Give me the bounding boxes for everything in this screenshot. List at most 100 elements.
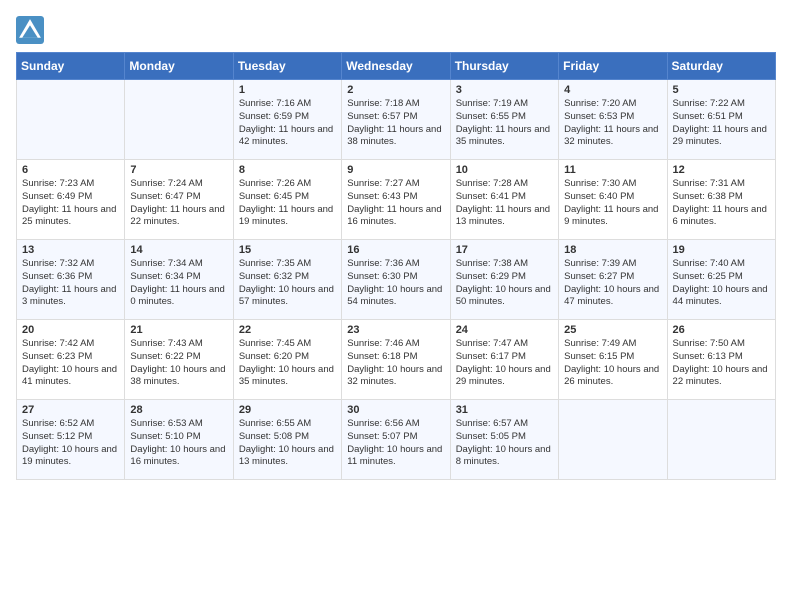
day-header-wednesday: Wednesday — [342, 53, 450, 80]
calendar-cell: 14 Sunrise: 7:34 AM Sunset: 6:34 PM Dayli… — [125, 240, 233, 320]
day-number: 29 — [239, 404, 336, 416]
day-number: 15 — [239, 244, 336, 256]
calendar-cell: 12 Sunrise: 7:31 AM Sunset: 6:38 PM Dayli… — [667, 160, 775, 240]
day-number: 14 — [130, 244, 227, 256]
day-content: Sunrise: 7:23 AM Sunset: 6:49 PM Dayligh… — [22, 178, 119, 229]
day-number: 8 — [239, 164, 336, 176]
day-header-thursday: Thursday — [450, 53, 558, 80]
calendar-cell: 8 Sunrise: 7:26 AM Sunset: 6:45 PM Daylig… — [233, 160, 341, 240]
day-content: Sunrise: 7:30 AM Sunset: 6:40 PM Dayligh… — [564, 178, 661, 229]
calendar-cell: 15Sunrise: 7:35 AM Sunset: 6:32 PM Dayli… — [233, 240, 341, 320]
calendar-cell: 19Sunrise: 7:40 AM Sunset: 6:25 PM Dayli… — [667, 240, 775, 320]
day-content: Sunrise: 7:26 AM Sunset: 6:45 PM Dayligh… — [239, 178, 336, 229]
day-number: 22 — [239, 324, 336, 336]
day-header-tuesday: Tuesday — [233, 53, 341, 80]
day-content: Sunrise: 7:19 AM Sunset: 6:55 PM Dayligh… — [456, 98, 553, 149]
day-number: 25 — [564, 324, 661, 336]
calendar-header: SundayMondayTuesdayWednesdayThursdayFrid… — [17, 53, 776, 80]
calendar-cell: 31 Sunrise: 6:57 AM Sunset: 5:05 PM Dayli… — [450, 400, 558, 480]
day-number: 10 — [456, 164, 553, 176]
day-content: Sunrise: 7:16 AM Sunset: 6:59 PM Dayligh… — [239, 98, 336, 149]
day-content: Sunrise: 7:31 AM Sunset: 6:38 PM Dayligh… — [673, 178, 770, 229]
day-content: Sunrise: 7:28 AM Sunset: 6:41 PM Dayligh… — [456, 178, 553, 229]
calendar-cell: 29 Sunrise: 6:55 AM Sunset: 5:08 PM Dayli… — [233, 400, 341, 480]
day-content: Sunrise: 7:36 AM Sunset: 6:30 PM Dayligh… — [347, 258, 444, 309]
day-content: Sunrise: 6:52 AM Sunset: 5:12 PM Dayligh… — [22, 418, 119, 469]
calendar-cell: 10 Sunrise: 7:28 AM Sunset: 6:41 PM Dayli… — [450, 160, 558, 240]
calendar-cell: 27 Sunrise: 6:52 AM Sunset: 5:12 PM Dayli… — [17, 400, 125, 480]
calendar-cell: 4 Sunrise: 7:20 AM Sunset: 6:53 PM Daylig… — [559, 80, 667, 160]
day-content: Sunrise: 7:45 AM Sunset: 6:20 PM Dayligh… — [239, 338, 336, 389]
day-content: Sunrise: 6:56 AM Sunset: 5:07 PM Dayligh… — [347, 418, 444, 469]
day-header-monday: Monday — [125, 53, 233, 80]
calendar-cell — [667, 400, 775, 480]
calendar-cell: 23 Sunrise: 7:46 AM Sunset: 6:18 PM Dayli… — [342, 320, 450, 400]
day-content: Sunrise: 6:53 AM Sunset: 5:10 PM Dayligh… — [130, 418, 227, 469]
day-content: Sunrise: 7:20 AM Sunset: 6:53 PM Dayligh… — [564, 98, 661, 149]
day-number: 2 — [347, 84, 444, 96]
calendar-cell: 20 Sunrise: 7:42 AM Sunset: 6:23 PM Dayli… — [17, 320, 125, 400]
calendar-week-4: 20 Sunrise: 7:42 AM Sunset: 6:23 PM Dayli… — [17, 320, 776, 400]
day-number: 20 — [22, 324, 119, 336]
calendar-cell: 7Sunrise: 7:24 AM Sunset: 6:47 PM Daylig… — [125, 160, 233, 240]
day-number: 21 — [130, 324, 227, 336]
calendar-cell: 3Sunrise: 7:19 AM Sunset: 6:55 PM Daylig… — [450, 80, 558, 160]
day-header-sunday: Sunday — [17, 53, 125, 80]
day-content: Sunrise: 7:38 AM Sunset: 6:29 PM Dayligh… — [456, 258, 553, 309]
calendar-cell: 24Sunrise: 7:47 AM Sunset: 6:17 PM Dayli… — [450, 320, 558, 400]
calendar-cell: 6 Sunrise: 7:23 AM Sunset: 6:49 PM Daylig… — [17, 160, 125, 240]
day-number: 16 — [347, 244, 444, 256]
calendar-cell: 28 Sunrise: 6:53 AM Sunset: 5:10 PM Dayli… — [125, 400, 233, 480]
day-content: Sunrise: 6:55 AM Sunset: 5:08 PM Dayligh… — [239, 418, 336, 469]
day-content: Sunrise: 7:39 AM Sunset: 6:27 PM Dayligh… — [564, 258, 661, 309]
calendar-body: 1Sunrise: 7:16 AM Sunset: 6:59 PM Daylig… — [17, 80, 776, 480]
day-content: Sunrise: 7:42 AM Sunset: 6:23 PM Dayligh… — [22, 338, 119, 389]
day-content: Sunrise: 7:46 AM Sunset: 6:18 PM Dayligh… — [347, 338, 444, 389]
day-number: 28 — [130, 404, 227, 416]
day-number: 18 — [564, 244, 661, 256]
calendar-table: SundayMondayTuesdayWednesdayThursdayFrid… — [16, 52, 776, 480]
calendar-cell: 26 Sunrise: 7:50 AM Sunset: 6:13 PM Dayli… — [667, 320, 775, 400]
day-content: Sunrise: 6:57 AM Sunset: 5:05 PM Dayligh… — [456, 418, 553, 469]
day-number: 12 — [673, 164, 770, 176]
calendar-cell: 11 Sunrise: 7:30 AM Sunset: 6:40 PM Dayli… — [559, 160, 667, 240]
day-number: 5 — [673, 84, 770, 96]
day-content: Sunrise: 7:18 AM Sunset: 6:57 PM Dayligh… — [347, 98, 444, 149]
calendar-cell: 13 Sunrise: 7:32 AM Sunset: 6:36 PM Dayli… — [17, 240, 125, 320]
day-content: Sunrise: 7:27 AM Sunset: 6:43 PM Dayligh… — [347, 178, 444, 229]
calendar-cell — [125, 80, 233, 160]
calendar-week-5: 27 Sunrise: 6:52 AM Sunset: 5:12 PM Dayli… — [17, 400, 776, 480]
day-content: Sunrise: 7:24 AM Sunset: 6:47 PM Dayligh… — [130, 178, 227, 229]
day-number: 9 — [347, 164, 444, 176]
day-number: 4 — [564, 84, 661, 96]
calendar-cell: 2 Sunrise: 7:18 AM Sunset: 6:57 PM Daylig… — [342, 80, 450, 160]
day-content: Sunrise: 7:49 AM Sunset: 6:15 PM Dayligh… — [564, 338, 661, 389]
day-header-saturday: Saturday — [667, 53, 775, 80]
calendar-week-2: 6 Sunrise: 7:23 AM Sunset: 6:49 PM Daylig… — [17, 160, 776, 240]
day-header-friday: Friday — [559, 53, 667, 80]
day-number: 31 — [456, 404, 553, 416]
day-number: 17 — [456, 244, 553, 256]
day-number: 19 — [673, 244, 770, 256]
day-number: 6 — [22, 164, 119, 176]
header-row: SundayMondayTuesdayWednesdayThursdayFrid… — [17, 53, 776, 80]
day-number: 27 — [22, 404, 119, 416]
logo-icon — [16, 16, 44, 44]
day-number: 30 — [347, 404, 444, 416]
day-number: 26 — [673, 324, 770, 336]
day-content: Sunrise: 7:50 AM Sunset: 6:13 PM Dayligh… — [673, 338, 770, 389]
day-content: Sunrise: 7:34 AM Sunset: 6:34 PM Dayligh… — [130, 258, 227, 309]
logo — [16, 16, 48, 44]
calendar-cell: 18 Sunrise: 7:39 AM Sunset: 6:27 PM Dayli… — [559, 240, 667, 320]
day-number: 23 — [347, 324, 444, 336]
day-content: Sunrise: 7:32 AM Sunset: 6:36 PM Dayligh… — [22, 258, 119, 309]
calendar-cell: 30 Sunrise: 6:56 AM Sunset: 5:07 PM Dayli… — [342, 400, 450, 480]
day-content: Sunrise: 7:43 AM Sunset: 6:22 PM Dayligh… — [130, 338, 227, 389]
day-content: Sunrise: 7:47 AM Sunset: 6:17 PM Dayligh… — [456, 338, 553, 389]
calendar-cell: 21 Sunrise: 7:43 AM Sunset: 6:22 PM Dayli… — [125, 320, 233, 400]
day-number: 13 — [22, 244, 119, 256]
calendar-cell — [17, 80, 125, 160]
day-number: 11 — [564, 164, 661, 176]
calendar-week-1: 1Sunrise: 7:16 AM Sunset: 6:59 PM Daylig… — [17, 80, 776, 160]
day-content: Sunrise: 7:22 AM Sunset: 6:51 PM Dayligh… — [673, 98, 770, 149]
